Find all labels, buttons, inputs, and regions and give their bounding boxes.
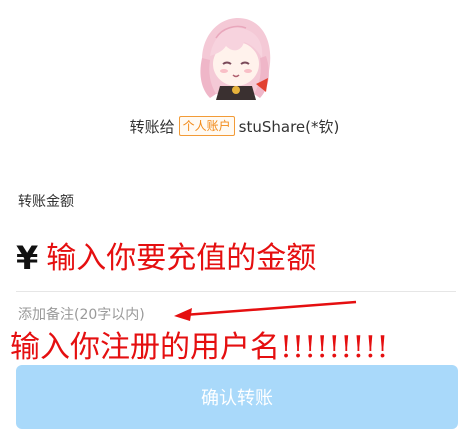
amount-row: ¥ — [16, 230, 456, 286]
currency-symbol: ¥ — [16, 239, 39, 277]
amount-divider — [16, 291, 456, 292]
annotation-text: 输入你注册的用户名!!!!!!!!! — [10, 330, 389, 365]
recipient-prefix: 转账给 — [129, 117, 175, 136]
recipient-row: 转账给 个人账户 stuShare(*钦) — [0, 114, 469, 138]
add-note-link[interactable]: 添加备注(20字以内) — [18, 304, 145, 324]
amount-input[interactable] — [46, 240, 407, 276]
recipient-name: stuShare(*钦) — [238, 117, 340, 136]
annotation-arrow-icon — [174, 300, 357, 321]
confirm-transfer-button[interactable]: 确认转账 — [16, 365, 458, 429]
account-type-badge: 个人账户 — [178, 116, 235, 136]
amount-label: 转账金额 — [18, 194, 74, 210]
anime-avatar-icon — [200, 18, 271, 100]
